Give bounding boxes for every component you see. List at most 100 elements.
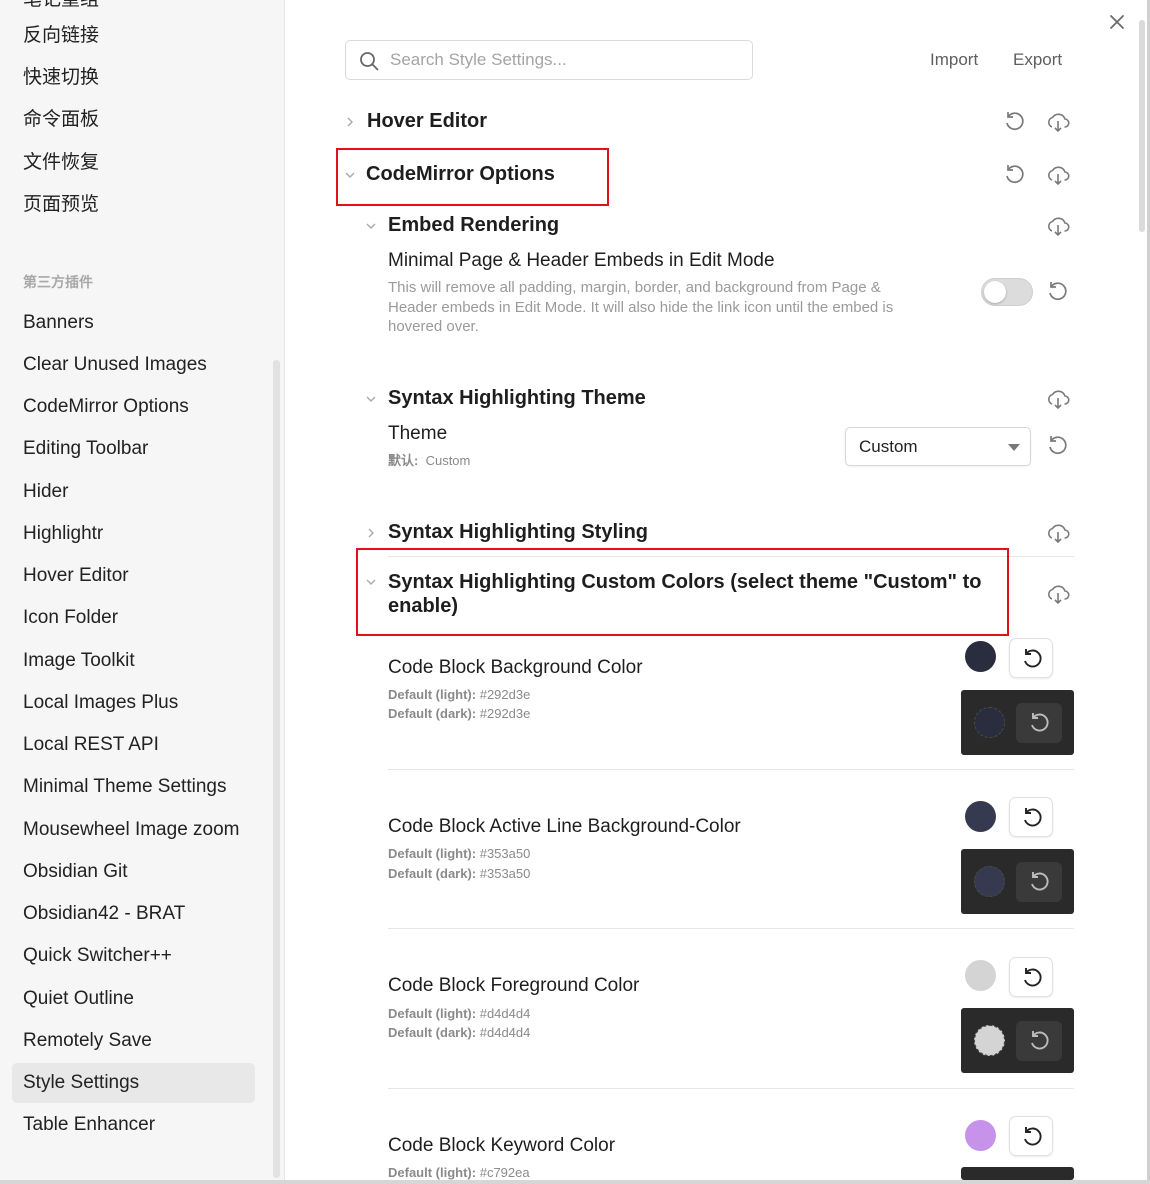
default-dark-value: #d4d4d4	[479, 1025, 531, 1040]
chevron-right-icon[interactable]	[343, 115, 357, 129]
reset-button-dark[interactable]	[1016, 1021, 1062, 1061]
color-swatch[interactable]	[965, 801, 996, 832]
sidebar-item-local-images-plus[interactable]: Local Images Plus	[12, 683, 255, 723]
sidebar-item-local-rest-api[interactable]: Local REST API	[12, 725, 255, 765]
theme-dropdown[interactable]: Custom	[845, 427, 1031, 466]
reset-button-dark[interactable]	[1016, 703, 1062, 743]
reset-icon[interactable]	[1002, 109, 1028, 135]
dark-mode-color-panel	[961, 690, 1074, 755]
divider	[388, 769, 1074, 770]
export-button[interactable]: Export	[1013, 50, 1062, 70]
export-cloud-icon[interactable]	[1045, 581, 1071, 607]
color-swatch[interactable]	[965, 1120, 996, 1151]
color-swatch[interactable]	[965, 641, 996, 672]
chevron-right-icon[interactable]	[364, 526, 378, 540]
sidebar-item-remotely-save[interactable]: Remotely Save	[12, 1021, 255, 1061]
reset-icon[interactable]	[1002, 162, 1028, 188]
section-title-hover-editor[interactable]: Hover Editor	[367, 110, 487, 133]
close-icon[interactable]	[1105, 10, 1129, 34]
reset-button[interactable]	[1009, 1116, 1053, 1156]
reset-icon[interactable]	[1045, 279, 1071, 305]
desc-line: Header embeds in Edit Mode. It will also…	[388, 298, 894, 316]
setting-name-theme: Theme	[388, 423, 448, 444]
sidebar-item-icon-folder[interactable]: Icon Folder	[12, 598, 255, 638]
reset-button[interactable]	[1009, 957, 1053, 997]
divider	[388, 928, 1074, 929]
highlight-box-custom-colors	[356, 548, 1009, 636]
sidebar-item-obsidian42-brat[interactable]: Obsidian42 - BRAT	[12, 894, 255, 934]
setting-name-minimal-embeds: Minimal Page & Header Embeds in Edit Mod…	[388, 250, 775, 271]
default-light-value: #353a50	[479, 846, 531, 861]
sidebar-item-command-palette[interactable]: 命令面板	[12, 100, 255, 140]
sidebar-item-quick-switcher-plus[interactable]: Quick Switcher++	[12, 936, 255, 976]
reset-icon	[1024, 808, 1042, 827]
default-dark-value: #353a50	[479, 866, 531, 881]
default-light: Default (light): #d4d4d4	[388, 1004, 530, 1024]
default-light-label: Default (light):	[388, 1006, 477, 1021]
main-scrollbar[interactable]	[1139, 20, 1145, 232]
sidebar-item-highlightr[interactable]: Highlightr	[12, 514, 255, 554]
sidebar-scrollbar[interactable]	[273, 360, 280, 1178]
reset-icon	[1031, 1031, 1049, 1050]
search-field[interactable]	[345, 40, 753, 80]
sidebar-item-codemirror-options[interactable]: CodeMirror Options	[12, 387, 255, 427]
desc-line: hovered over.	[388, 318, 479, 335]
default-dark: Default (dark): #d4d4d4	[388, 1023, 530, 1043]
sidebar-item-obsidian-git[interactable]: Obsidian Git	[12, 852, 255, 892]
color-swatch-dark[interactable]	[974, 866, 1005, 897]
color-swatch[interactable]	[965, 960, 996, 991]
sidebar-item-minimal-theme-settings[interactable]: Minimal Theme Settings	[12, 767, 255, 807]
default-light: Default (light): #292d3e	[388, 685, 530, 705]
sidebar-item-quiet-outline[interactable]: Quiet Outline	[12, 979, 255, 1019]
section-title-syntax-styling[interactable]: Syntax Highlighting Styling	[388, 521, 648, 544]
sidebar-item-file-recovery[interactable]: 文件恢复	[12, 143, 255, 183]
setting-name-color: Code Block Foreground Color	[388, 975, 640, 996]
sidebar-item-clear-unused-images[interactable]: Clear Unused Images	[12, 345, 255, 385]
color-swatch-dark[interactable]	[974, 1025, 1005, 1056]
reset-button[interactable]	[1009, 638, 1053, 678]
sidebar-item-page-preview[interactable]: 页面预览	[12, 185, 255, 225]
settings-sidebar: 笔记重组 反向链接 快速切换 命令面板 文件恢复 页面预览 第三方插件 Bann…	[0, 0, 285, 1180]
chevron-down-icon[interactable]	[364, 392, 378, 406]
sidebar-item-image-toolkit[interactable]: Image Toolkit	[12, 641, 255, 681]
sidebar-item-editing-toolbar[interactable]: Editing Toolbar	[12, 429, 255, 469]
sidebar-item-hover-editor[interactable]: Hover Editor	[12, 556, 255, 596]
sidebar-item-mousewheel-image-zoom[interactable]: Mousewheel Image zoom	[12, 810, 255, 850]
reset-icon	[1024, 649, 1042, 668]
reset-button[interactable]	[1009, 797, 1053, 837]
export-cloud-icon[interactable]	[1045, 109, 1071, 135]
reset-icon[interactable]	[1045, 433, 1071, 459]
export-cloud-icon[interactable]	[1045, 386, 1071, 412]
default-light: Default (light): #353a50	[388, 844, 530, 864]
setting-name-color: Code Block Keyword Color	[388, 1135, 616, 1156]
sidebar-item-banners[interactable]: Banners	[12, 303, 255, 343]
sidebar-item-table-enhancer[interactable]: Table Enhancer	[12, 1105, 255, 1145]
import-button[interactable]: Import	[930, 50, 978, 70]
search-icon	[360, 52, 379, 71]
divider	[388, 1088, 1074, 1089]
color-swatch-dark[interactable]	[974, 707, 1005, 738]
reset-icon	[1024, 1127, 1042, 1146]
sidebar-item-quick-switcher[interactable]: 快速切换	[12, 58, 255, 98]
sidebar-item-backlinks[interactable]: 反向链接	[12, 16, 255, 56]
reset-icon	[1031, 713, 1049, 732]
default-dark: Default (dark): #353a50	[388, 864, 530, 884]
sidebar-item-style-settings[interactable]: Style Settings	[12, 1063, 255, 1103]
dropdown-selected: Custom	[859, 437, 918, 456]
default-label: 默认:	[388, 453, 419, 468]
default-light-value: #d4d4d4	[479, 1006, 531, 1021]
export-cloud-icon[interactable]	[1045, 213, 1071, 239]
default-dark-label: Default (dark):	[388, 1025, 477, 1040]
section-title-embed-rendering[interactable]: Embed Rendering	[388, 214, 559, 237]
search-input[interactable]	[390, 49, 740, 71]
sidebar-item-hider[interactable]: Hider	[12, 472, 255, 512]
default-light-label: Default (light):	[388, 1165, 477, 1180]
setting-name-color: Code Block Active Line Background-Color	[388, 816, 741, 837]
export-cloud-icon[interactable]	[1045, 520, 1071, 546]
section-title-syntax-theme[interactable]: Syntax Highlighting Theme	[388, 387, 646, 410]
reset-button-dark[interactable]	[1016, 862, 1062, 902]
default-light-value: #292d3e	[479, 687, 531, 702]
export-cloud-icon[interactable]	[1045, 162, 1071, 188]
minimal-embeds-toggle[interactable]	[981, 278, 1033, 306]
chevron-down-icon[interactable]	[364, 219, 378, 233]
